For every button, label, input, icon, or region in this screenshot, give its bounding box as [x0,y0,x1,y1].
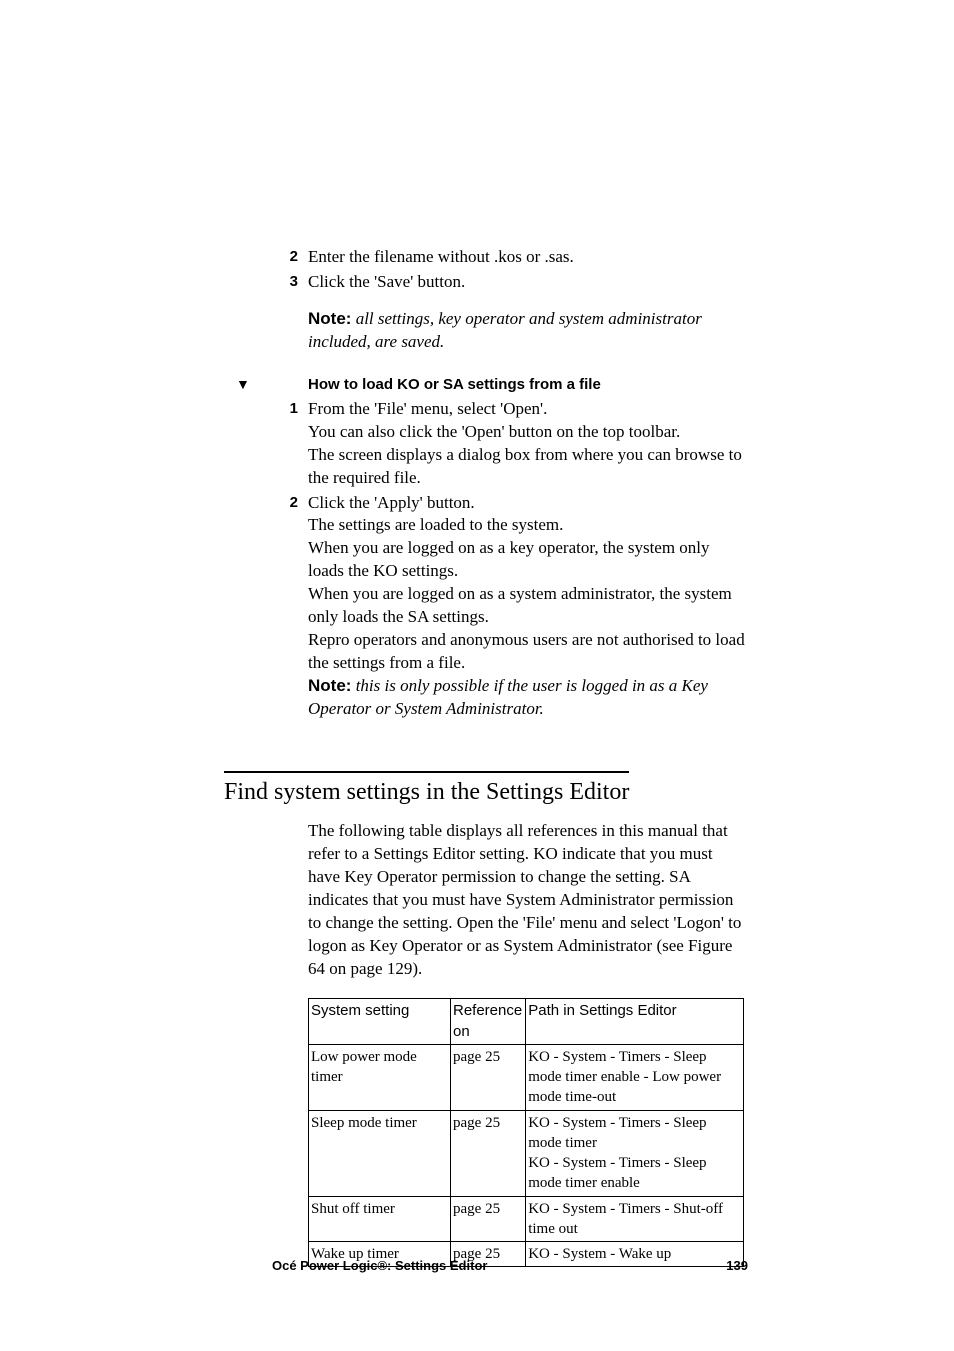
intro-paragraph: The following table displays all referen… [272,820,745,981]
section-heading-wrap: Find system settings in the Settings Edi… [224,771,629,806]
step-number: 1 [272,398,298,490]
th-reference: Reference on [451,999,526,1045]
content: 2 Enter the filename without .kos or .sa… [0,0,954,1267]
th-system-setting: System setting [309,999,451,1045]
cell-path: KO - System - Timers - Sleep mode timer … [526,1110,744,1196]
note-text: this is only possible if the user is log… [308,676,708,718]
procedure-heading-row: ▼ How to load KO or SA settings from a f… [236,376,745,394]
step-line: When you are logged on as a system admin… [308,583,745,629]
step-number: 2 [272,492,298,721]
table-row: Sleep mode timer page 25 KO - System - T… [309,1110,744,1196]
cell-path: KO - System - Timers - Shut-off time out [526,1196,744,1242]
step-line: The settings are loaded to the system. [308,514,745,537]
note-text: all settings, key operator and system ad… [308,309,702,351]
settings-table: System setting Reference on Path in Sett… [308,998,744,1267]
step-number: 2 [272,246,298,269]
note-inline: Note: this is only possible if the user … [308,675,745,721]
step-text: Enter the filename without .kos or .sas. [298,246,574,269]
table-row: Low power mode timer page 25 KO - System… [309,1044,744,1110]
footer-left: Océ Power Logic®: Settings Editor [272,1258,487,1273]
cell-setting: Shut off timer [309,1196,451,1242]
step-body: Click the 'Apply' button. The settings a… [298,492,745,721]
step-text: Click the 'Save' button. [298,271,465,294]
step-line: The screen displays a dialog box from wh… [308,444,745,490]
note-1: Note: all settings, key operator and sys… [272,308,745,354]
cell-setting: Low power mode timer [309,1044,451,1110]
proc-step-1: 1 From the 'File' menu, select 'Open'. Y… [272,398,745,490]
cell-reference: page 25 [451,1110,526,1196]
step-line: Click the 'Apply' button. [308,492,745,515]
th-path: Path in Settings Editor [526,999,744,1045]
page-footer: Océ Power Logic®: Settings Editor 139 [272,1258,748,1273]
note-label: Note: [308,309,351,328]
step-2: 2 Enter the filename without .kos or .sa… [272,246,745,269]
table-row: Shut off timer page 25 KO - System - Tim… [309,1196,744,1242]
cell-path: KO - System - Timers - Sleep mode timer … [526,1044,744,1110]
step-body: From the 'File' menu, select 'Open'. You… [298,398,745,490]
step-3: 3 Click the 'Save' button. [272,271,745,294]
note-label: Note: [308,676,351,695]
proc-step-2: 2 Click the 'Apply' button. The settings… [272,492,745,721]
procedure-heading: How to load KO or SA settings from a fil… [272,376,601,393]
table-header-row: System setting Reference on Path in Sett… [309,999,744,1045]
triangle-marker-icon: ▼ [236,378,272,394]
cell-reference: page 25 [451,1044,526,1110]
step-line: From the 'File' menu, select 'Open'. [308,398,745,421]
step-number: 3 [272,271,298,294]
cell-setting: Sleep mode timer [309,1110,451,1196]
footer-page-number: 139 [726,1258,748,1273]
step-line: You can also click the 'Open' button on … [308,421,745,444]
step-line: Repro operators and anonymous users are … [308,629,745,675]
cell-reference: page 25 [451,1196,526,1242]
section-heading: Find system settings in the Settings Edi… [224,779,629,806]
step-line: When you are logged on as a key operator… [308,537,745,583]
page: 2 Enter the filename without .kos or .sa… [0,0,954,1351]
